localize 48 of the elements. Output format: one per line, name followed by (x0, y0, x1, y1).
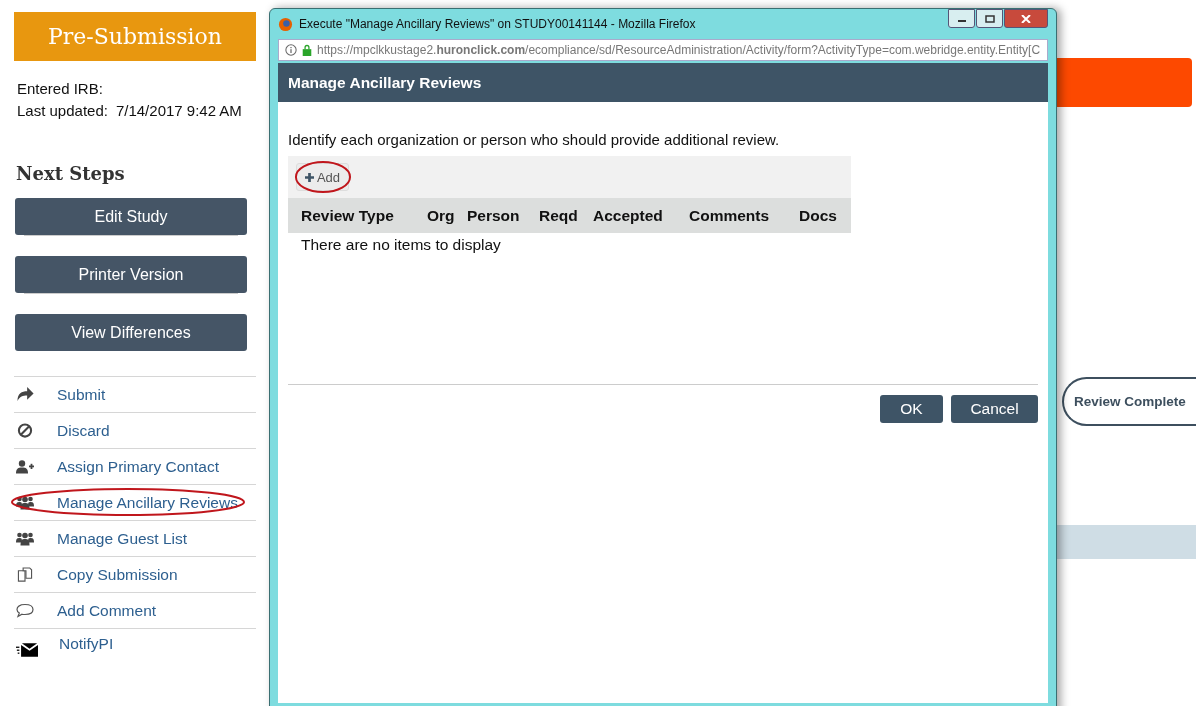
address-bar[interactable]: https://mpclkkustage2.huronclick.com/ecompliance/sd/ResourceAdministration/Activity/form?ActivityType=com.webridge.entity.Entity[C (278, 39, 1048, 61)
empty-message: There are no items to display (300, 235, 502, 254)
step-button[interactable]: Edit Study (15, 198, 247, 235)
action-link[interactable]: Add Comment (57, 601, 157, 620)
info-icon (285, 44, 297, 56)
maximize-icon (984, 14, 995, 23)
group-icon (16, 531, 34, 546)
envelope-icon (16, 643, 38, 657)
action-link[interactable]: Assign Primary Contact (57, 457, 219, 476)
prohibited-icon (16, 423, 34, 438)
plus-icon (305, 172, 314, 182)
action-link[interactable]: Manage Guest List (57, 529, 188, 548)
share-arrow-icon (16, 387, 34, 402)
speech-bubble-icon (16, 603, 34, 618)
entered-irb-label: Entered IRB: (17, 80, 104, 97)
action-link[interactable]: NotifyPI (59, 635, 114, 653)
add-user-icon (16, 459, 34, 474)
copy-icon (16, 567, 34, 582)
status-banner: Pre-Submission (14, 12, 256, 61)
column-header: Comments (689, 206, 771, 225)
action-link[interactable]: Submit (57, 385, 106, 404)
minimize-button[interactable] (948, 9, 975, 28)
group-icon (16, 495, 34, 510)
last-updated-value: 7/14/2017 9:42 AM (115, 102, 242, 119)
dialog-button[interactable]: Cancel (951, 395, 1038, 423)
maximize-button[interactable] (976, 9, 1003, 28)
dialog-title: Manage Ancillary Reviews (278, 63, 1048, 102)
section-heading: Next Steps (16, 163, 126, 184)
last-updated-label: Last updated: (17, 102, 108, 119)
column-header: Review Type (301, 206, 395, 225)
column-header: Org (427, 206, 456, 225)
url-text: https://mpclkkustage2.huronclick.com/ecompliance/sd/ResourceAdministration/Activity/form?ActivityType=com.webridge.entity.Entity[C (317, 43, 1041, 57)
column-header: Reqd (539, 206, 579, 225)
padlock-icon (301, 44, 313, 56)
dialog-button[interactable]: OK (880, 395, 943, 423)
close-button[interactable] (1004, 9, 1048, 28)
close-icon (1021, 14, 1031, 23)
action-link[interactable]: Discard (57, 421, 110, 440)
action-link[interactable]: Copy Submission (57, 565, 178, 584)
browser-logo-icon (278, 16, 293, 32)
step-button[interactable]: Printer Version (15, 256, 247, 293)
column-header: Docs (799, 206, 838, 225)
window-title: Execute "Manage Ancillary Reviews" on STUDY00141144 - Mozilla Firefox (299, 17, 697, 31)
workflow-node: Review Complete (1062, 377, 1196, 426)
column-header: Person (467, 206, 521, 225)
instruction-text: Identify each organization or person who should provide additional review. (288, 130, 781, 150)
step-button[interactable]: View Differences (15, 314, 247, 351)
column-header: Accepted (593, 206, 664, 225)
